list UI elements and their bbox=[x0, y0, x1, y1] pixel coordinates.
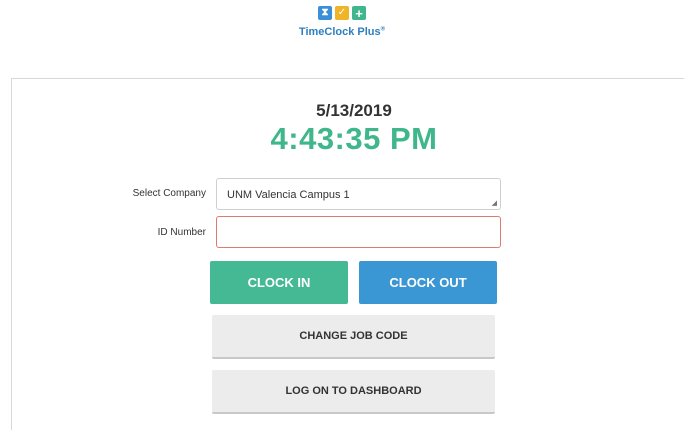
log-on-dashboard-button[interactable]: LOG ON TO DASHBOARD bbox=[212, 370, 495, 414]
clock-in-button[interactable]: CLOCK IN bbox=[210, 261, 348, 304]
id-number-input[interactable] bbox=[216, 216, 501, 248]
checkmark-icon: ✓ bbox=[335, 6, 349, 20]
current-date: 5/13/2019 bbox=[316, 101, 392, 120]
id-number-label: ID Number bbox=[157, 227, 206, 238]
timeclock-logo: ⧗ ✓ + TimeClock Plus® bbox=[0, 6, 684, 38]
select-company-label: Select Company bbox=[132, 188, 206, 199]
logo-icons: ⧗ ✓ + bbox=[0, 6, 684, 24]
company-select[interactable]: UNM Valencia Campus 1 ◢ bbox=[216, 178, 501, 210]
timeclock-page: ⧗ ✓ + TimeClock Plus® 5/13/2019 4:43:35 … bbox=[0, 0, 684, 430]
logo-name: TimeClock Plus bbox=[298, 26, 381, 38]
current-time: 4:43:35 PM bbox=[270, 121, 438, 156]
company-select-value: UNM Valencia Campus 1 bbox=[227, 189, 350, 201]
change-job-code-button[interactable]: CHANGE JOB CODE bbox=[212, 315, 495, 359]
plus-icon: + bbox=[352, 6, 366, 20]
logo-text: TimeClock Plus® bbox=[0, 26, 684, 38]
registered-mark: ® bbox=[380, 26, 386, 33]
clock-out-button[interactable]: CLOCK OUT bbox=[359, 261, 497, 304]
resize-grip-icon: ◢ bbox=[491, 200, 497, 207]
hourglass-icon: ⧗ bbox=[318, 6, 332, 20]
